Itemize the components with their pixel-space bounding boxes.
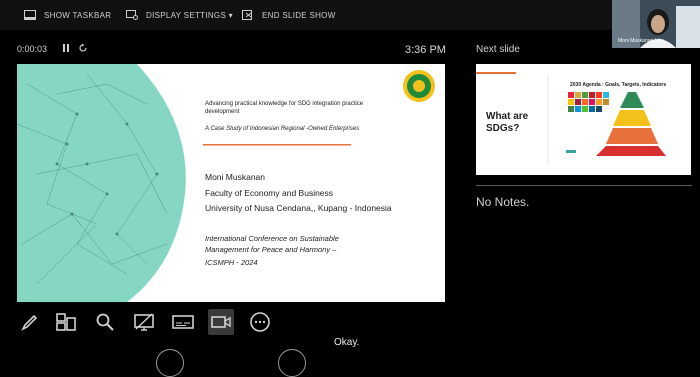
reset-icon [79,43,87,52]
webcam-name-tag: Moni Muskanan / iko [618,38,664,44]
next-slide-label: Next slide [476,44,520,55]
slide-conference-line3: ICSMPH - 2024 [205,258,258,267]
slide-title: Advancing practical knowledge for SDG in… [205,101,364,107]
slide-conference-line2: Management for Peace and Harmony – [205,245,337,254]
reset-timer-button[interactable] [78,43,88,56]
webcam-feed: Moni Muskanan / iko [612,0,700,48]
subtitles-button[interactable] [170,309,196,335]
slide-conference-line1: International Conference on Sustainable [205,234,339,243]
more-options-button[interactable] [247,309,273,335]
display-settings-icon [126,10,138,20]
pause-icon [63,44,69,52]
black-screen-button[interactable] [131,309,157,335]
all-slides-icon [56,313,76,331]
next-slide-title-line2: SDGs? [486,123,520,134]
speaker-notes: No Notes. [476,195,530,209]
taskbar-icon [24,10,36,20]
next-slide-preview[interactable]: 2030 Agenda : Goals, Targets, Indicators… [476,64,691,175]
show-taskbar-label: SHOW TASKBAR [44,10,112,20]
slide-subtitle: A Case Study of Indonesian Regional -Own… [205,126,360,132]
title-underline [203,144,351,146]
next-slide-title-line1: What are [486,111,529,122]
see-all-slides-button[interactable] [53,309,79,335]
previous-slide-button[interactable] [156,349,184,377]
camera-toggle-button[interactable] [208,309,234,335]
camera-icon [211,316,231,328]
end-slide-show-button[interactable]: END SLIDE SHOW [242,8,336,22]
magnifier-icon [96,313,114,331]
clock: 3:36 PM [405,44,446,56]
pause-timer-button[interactable] [62,43,70,56]
slide-university: University of Nusa Cendana,, Kupang - In… [205,203,392,213]
pen-icon [21,314,38,331]
elapsed-timer: 0:00:03 [17,44,48,54]
current-slide: Advancing practical knowledge for SDG in… [17,64,445,302]
university-logo [403,70,435,102]
slide-author: Moni Muskanan [205,172,266,182]
screen-off-icon [134,313,154,331]
slide-faculty: Faculty of Economy and Business [205,188,334,198]
display-settings-label: DISPLAY SETTINGS ▾ [146,10,233,20]
pen-tool-button[interactable] [16,309,42,335]
slide-title-line2: development [205,109,240,115]
next-slide-button[interactable] [278,349,306,377]
end-show-icon [242,10,252,20]
zoom-button[interactable] [92,309,118,335]
subtitles-icon [172,315,194,329]
live-caption: Okay. [334,337,360,348]
notes-divider [476,185,692,186]
more-icon [250,312,270,332]
display-settings-button[interactable]: DISPLAY SETTINGS ▾ [126,8,233,22]
end-slide-show-label: END SLIDE SHOW [262,10,336,20]
show-taskbar-button[interactable]: SHOW TASKBAR [24,8,111,22]
next-slide-agenda-title: 2030 Agenda : Goals, Targets, Indicators [570,82,667,88]
